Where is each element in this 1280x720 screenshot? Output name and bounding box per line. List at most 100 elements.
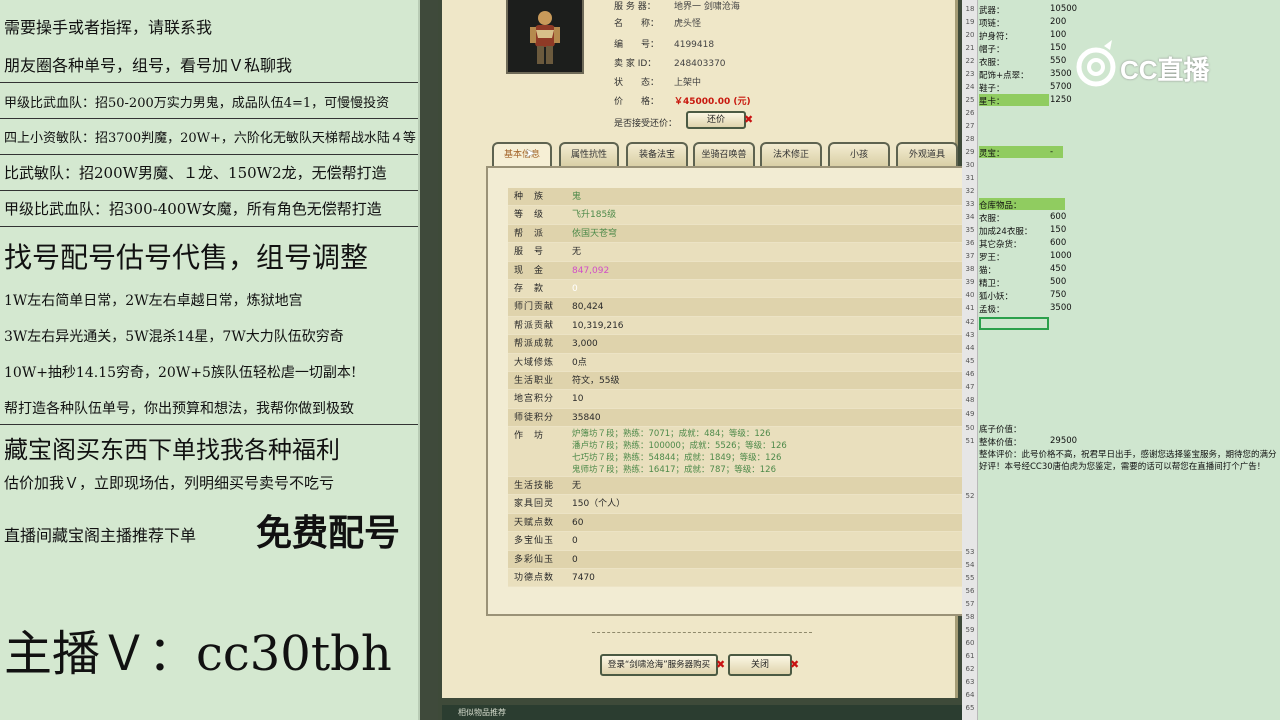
sheet-cell[interactable]: 200 [1050,17,1066,27]
sheet-cell[interactable]: 3500 [1050,69,1072,79]
basic-info-table: 种 族鬼 等 级飞升185级 帮 派依国天苍穹 服 号无 现 金 847,092 … [508,188,988,588]
row-number: 45 [965,357,975,365]
spreadsheet: 18 19 20 21 22 23 24 25 26 27 28 29 30 3… [962,0,1280,720]
price-value: ￥45000.00 (元) [674,97,751,107]
sheet-cell[interactable]: 150 [1050,225,1066,235]
close-button[interactable]: 关闭 [728,654,792,676]
info-row: 多宝仙玉 0 [508,532,988,551]
promo-line-10: 10W+抽秒14.15穷奇，20W+5族队伍轻松虐一切副本! [4,365,357,381]
sheet-cell[interactable]: 武器： [979,4,1005,16]
row-number: 40 [965,291,975,299]
sheet-cell[interactable]: 星卡： [979,95,1005,107]
sheet-cell[interactable]: - [1050,147,1053,157]
row-number: 43 [965,331,975,339]
character-figure-icon [530,11,560,64]
close-x-icon[interactable]: ✖ [790,658,799,671]
row-number: 42 [965,318,975,326]
bargain-close-icon[interactable]: ✖ [744,113,753,126]
promo-line-3: 甲级比武血队：招50-200万实力男鬼，成品队伍4=1，可慢慢投资 [4,96,390,111]
sheet-cell[interactable]: 孟极： [979,303,1005,315]
row-number: 38 [965,265,975,273]
row-number: 53 [965,548,975,556]
sheet-cell[interactable]: 项链： [979,17,1005,29]
tab-mounts-pets[interactable]: 坐骑召唤兽 [693,142,755,166]
sheet-cell[interactable]: 1250 [1050,95,1072,105]
selected-cell[interactable] [979,317,1049,330]
row-number: 32 [965,187,975,195]
row-number: 39 [965,278,975,286]
row-number: 51 [965,437,975,445]
info-row: 等 级飞升185级 [508,206,988,225]
login-close-icon[interactable]: ✖ [716,658,725,671]
row-number: 30 [965,161,975,169]
similar-items-bar[interactable]: 相似物品推荐 [442,705,962,720]
sheet-cell[interactable]: 其它杂货： [979,238,1022,250]
sheet-cell[interactable]: 猫： [979,264,996,276]
item-detail-frame: 服 务 器： 地界一 剑啸沧海 名 称： 虎头怪 编 号： 4199418 卖 家 I… [438,0,988,720]
workshop-line: 七巧坊７段；熟练：54844；成就：1849；等级：126 [572,453,782,464]
game-window: 服 务 器： 地界一 剑啸沧海 名 称： 虎头怪 编 号： 4199418 卖 家 I… [420,0,988,720]
server-value: 地界一 剑啸沧海 [674,2,740,12]
sheet-cell[interactable]: 精卫： [979,277,1005,289]
sheet-cell[interactable]: 750 [1050,290,1066,300]
row-number: 19 [965,18,975,26]
row-number: 55 [965,574,975,582]
row-number: 27 [965,122,975,130]
divider [0,118,418,119]
tab-equipment[interactable]: 装备法宝 [626,142,688,166]
promo-line-8: 1W左右简单日常，2W左右卓越日常，炼狱地宫 [4,293,303,309]
sheet-cell[interactable]: 29500 [1050,436,1077,446]
info-row: 地宫积分 10 [508,390,988,409]
info-row: 多彩仙玉 0 [508,551,988,570]
status-row: 状 态： 上架中 [614,78,702,88]
row-number: 20 [965,31,975,39]
tab-attributes[interactable]: 属性抗性 [559,142,619,166]
sheet-cell[interactable]: 鞋子： [979,82,1005,94]
bargain-button[interactable]: 还价 [686,111,746,129]
sheet-cell[interactable]: 灵宝： [979,147,1005,159]
evaluation-text[interactable]: 整体评价：此号价格不高，祝君早日出手，感谢您选择鉴宝服务，期待您的满分好评！本号… [979,449,1280,485]
sheet-cell[interactable]: 配饰+点翠： [979,69,1029,81]
row-number: 35 [965,226,975,234]
row-number: 49 [965,410,975,418]
sheet-cell[interactable]: 1000 [1050,251,1072,261]
sheet-cell[interactable]: 150 [1050,43,1066,53]
sheet-cell[interactable]: 5700 [1050,82,1072,92]
promo-line-9: 3W左右异光通关，5W混杀14星，7W大力队伍砍穷奇 [4,329,344,345]
sheet-cell[interactable]: 100 [1050,30,1066,40]
login-purchase-button[interactable]: 登录“剑啸沧海”服务器购买 [600,654,718,676]
row-number: 52 [965,492,975,500]
sheet-cell[interactable]: 450 [1050,264,1066,274]
tab-spell-mods[interactable]: 法术修正 [760,142,822,166]
name-row: 名 称： 虎头怪 [614,19,702,29]
workshop-line: 鬼师坊７段；熟练：16417；成就：787；等级：126 [572,465,776,476]
sheet-cell[interactable]: 仓库物品： [979,199,1022,211]
row-number: 47 [965,383,975,391]
sheet-cell[interactable]: 550 [1050,56,1066,66]
row-number: 37 [965,252,975,260]
tab-appearance[interactable]: 外观道具 [896,142,958,166]
sheet-cell[interactable]: 600 [1050,238,1066,248]
info-row: 帮派成就 3,000 [508,335,988,354]
sheet-cell[interactable]: 罗王： [979,251,1005,263]
sheet-cell[interactable]: 衣服： [979,212,1005,224]
id-row: 编 号： 4199418 [614,40,715,50]
sheet-cell[interactable]: 底子价值： [979,423,1022,435]
divider [592,632,812,633]
sheet-cell[interactable]: 600 [1050,212,1066,222]
sheet-cell[interactable]: 帽子： [979,43,1005,55]
promo-line-11: 帮打造各种队伍单号，你出预算和想法，我帮你做到极致 [4,401,354,417]
sheet-cell[interactable]: 500 [1050,277,1066,287]
price-row: 价 格： ￥45000.00 (元) [614,97,751,107]
row-number: 63 [965,678,975,686]
sheet-cell[interactable]: 3500 [1050,303,1072,313]
sheet-cell[interactable]: 10500 [1050,4,1077,14]
promo-line-6: 甲级比武血队：招300-400W女魔，所有角色无偿帮打造 [4,200,382,218]
sheet-cell[interactable]: 整体价值： [979,436,1022,448]
tab-basic-info[interactable]: 基本信息 [492,142,552,166]
tab-children[interactable]: 小孩 [828,142,890,166]
sheet-cell[interactable]: 护身符： [979,30,1013,42]
sheet-cell[interactable]: 衣服： [979,56,1005,68]
sheet-cell[interactable]: 狐小妖： [979,290,1013,302]
sheet-cell[interactable]: 加成24衣服： [979,225,1032,237]
